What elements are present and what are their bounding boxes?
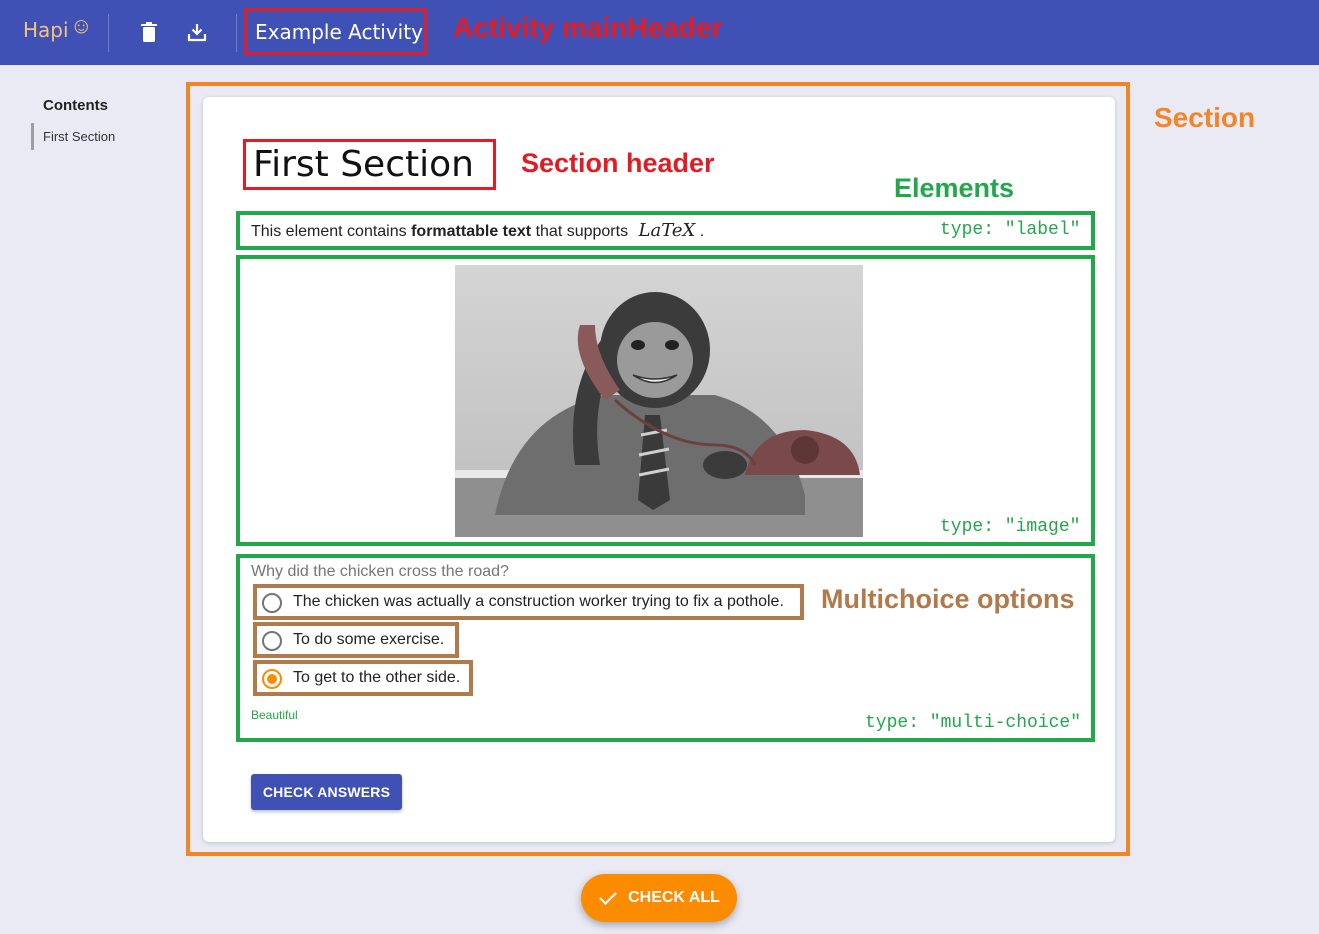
activity-title[interactable]: Example Activity [244, 8, 427, 55]
toolbar-divider [108, 14, 109, 52]
radio-button-selected[interactable] [262, 669, 282, 689]
download-button[interactable] [185, 20, 209, 44]
option-label: The chicken was actually a construction … [293, 593, 784, 610]
option-label: To get to the other side. [293, 669, 461, 686]
delete-button[interactable] [137, 20, 161, 44]
option-label: To do some exercise. [293, 631, 445, 648]
chimpanzee-phone-image [455, 265, 863, 537]
check-all-button[interactable]: CHECK ALL [581, 874, 737, 922]
radio-button[interactable] [262, 631, 282, 651]
annotation-type-image: type: "image" [940, 517, 1081, 537]
annotation-activity-main-header: Activity mainHeader [453, 12, 723, 43]
check-answers-button[interactable]: CHECK ANSWERS [251, 774, 402, 810]
multi-choice-option[interactable]: The chicken was actually a construction … [253, 584, 804, 620]
question-prompt: Why did the chicken cross the road? [251, 563, 509, 580]
multi-choice-option[interactable]: To get to the other side. [253, 660, 473, 696]
download-icon [187, 24, 207, 42]
label-text-suffix: that supports [535, 223, 629, 240]
section-title: First Section [243, 139, 496, 190]
annotation-section-header: Section header [521, 148, 715, 178]
label-element-text: This element contains formattable text t… [251, 220, 704, 241]
check-icon [598, 890, 618, 906]
radio-button[interactable] [262, 593, 282, 613]
label-text-prefix: This element contains [251, 223, 407, 240]
trash-icon [141, 22, 157, 42]
answer-feedback: Beautiful [251, 708, 298, 722]
sidebar-item-first-section[interactable]: First Section [31, 123, 115, 150]
label-text-bold: formattable text [411, 223, 532, 240]
contents-title: Contents [43, 97, 108, 114]
app-bar: Hapi ☺ Example Activity Activity mainHea… [0, 0, 1319, 65]
annotation-type-multi-choice: type: "multi-choice" [865, 713, 1082, 733]
label-text-end: . [699, 223, 705, 240]
annotation-elements: Elements [894, 173, 1015, 203]
latex-logo: LaTeX [638, 220, 696, 241]
annotation-multichoice-options: Multichoice options [821, 584, 1075, 614]
toolbar-divider [236, 14, 237, 52]
multi-choice-option[interactable]: To do some exercise. [253, 622, 459, 658]
annotation-section: Section [1154, 102, 1256, 133]
check-all-label: CHECK ALL [628, 889, 720, 906]
smiley-icon: ☺ [70, 13, 93, 38]
app-logo[interactable]: Hapi [23, 18, 69, 42]
annotation-type-label: type: "label" [940, 220, 1081, 240]
